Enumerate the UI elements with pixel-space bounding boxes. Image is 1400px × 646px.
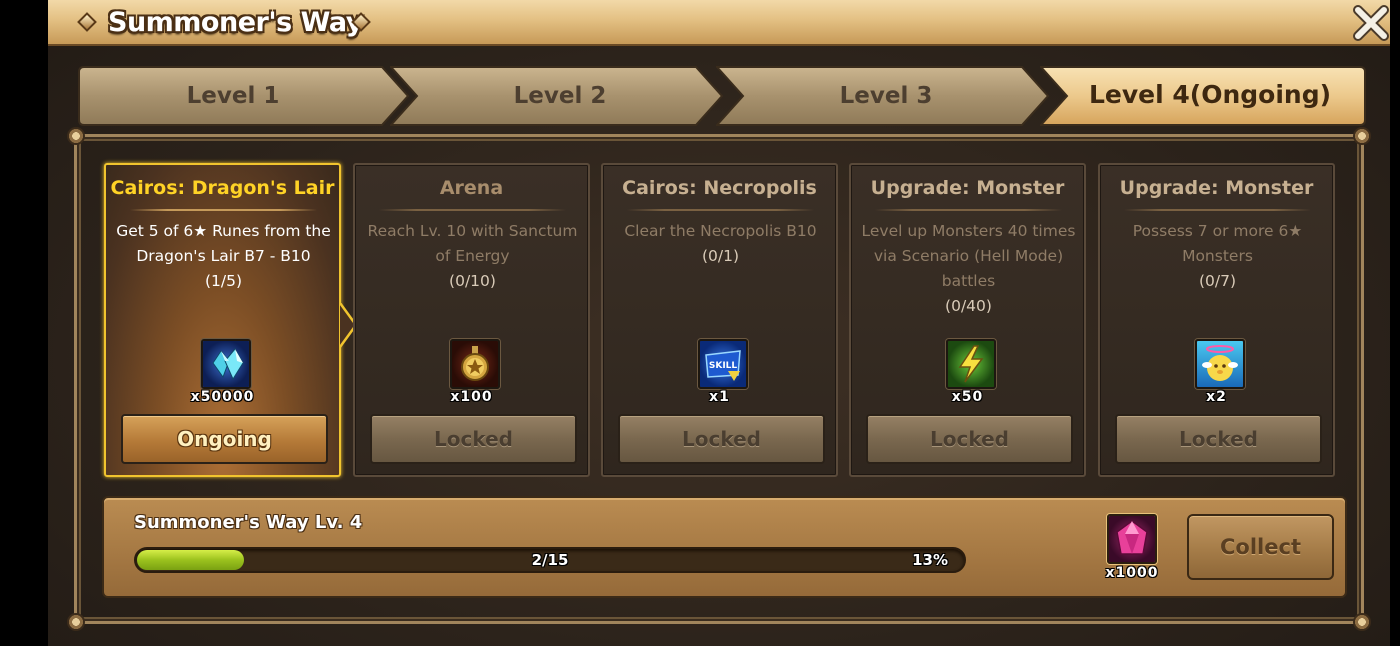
reward-quantity: x50000 xyxy=(190,389,255,405)
tab-label: Level 3 xyxy=(839,83,933,109)
reward-quantity: x2 xyxy=(1206,389,1227,405)
diamond-ornament-icon xyxy=(77,12,97,32)
reward-quantity: x50 xyxy=(951,389,984,405)
mission-description: Clear the Necropolis B10 (0/1) xyxy=(609,219,832,269)
close-button[interactable] xyxy=(1352,4,1390,42)
divider xyxy=(130,209,317,211)
mission-description: Possess 7 or more 6★ Monsters (0/7) xyxy=(1106,219,1329,294)
collect-button[interactable]: Collect xyxy=(1187,514,1334,580)
divider xyxy=(875,209,1062,211)
summoners-way-window: Summoner's Way Level 1 Level 2 Level 3 L… xyxy=(48,0,1390,646)
close-icon xyxy=(1353,5,1389,41)
mission-card-2[interactable]: Arena Reach Lv. 10 with Sanctum of Energ… xyxy=(353,163,590,477)
left-black-bar xyxy=(0,0,48,646)
mission-progress: (1/5) xyxy=(204,272,243,290)
mission-card-3[interactable]: Cairos: Necropolis Clear the Necropolis … xyxy=(601,163,838,477)
mission-card-5[interactable]: Upgrade: Monster Possess 7 or more 6★ Mo… xyxy=(1098,163,1335,477)
corner-ornament-icon xyxy=(1353,613,1371,631)
mission-description: Get 5 of 6★ Runes from the Dragon's Lair… xyxy=(112,219,335,294)
mission-title: Arena xyxy=(439,177,504,199)
angelmon-icon xyxy=(1195,339,1245,389)
corner-ornament-icon xyxy=(67,127,85,145)
pink-crystal-icon xyxy=(1107,514,1157,564)
locked-button[interactable]: Locked xyxy=(370,414,577,464)
mission-description-text: Possess 7 or more 6★ Monsters xyxy=(1132,222,1303,265)
energy-bolt-icon xyxy=(946,339,996,389)
level-progress-bar: 2/15 13% xyxy=(134,547,966,573)
mission-description: Reach Lv. 10 with Sanctum of Energy (0/1… xyxy=(361,219,584,294)
reward-quantity: x1 xyxy=(709,389,730,405)
mission-title: Upgrade: Monster xyxy=(870,177,1065,199)
divider xyxy=(1124,209,1311,211)
mission-title: Cairos: Dragon's Lair xyxy=(110,177,335,199)
right-black-bar xyxy=(1390,0,1400,646)
mission-description-text: Clear the Necropolis B10 xyxy=(624,222,817,240)
mission-progress: (0/10) xyxy=(449,272,496,290)
mission-title: Upgrade: Monster xyxy=(1119,177,1314,199)
crystal-icon xyxy=(201,339,251,389)
locked-button[interactable]: Locked xyxy=(1115,414,1322,464)
locked-button[interactable]: Locked xyxy=(618,414,825,464)
divider xyxy=(379,209,566,211)
title-bar: Summoner's Way xyxy=(48,0,1390,46)
skill-scroll-icon: SKILL xyxy=(698,339,748,389)
divider xyxy=(627,209,814,211)
level-progress-panel: Summoner's Way Lv. 4 2/15 13% x1000 Coll… xyxy=(102,496,1347,598)
mission-description-text: Reach Lv. 10 with Sanctum of Energy xyxy=(367,222,578,265)
svg-text:SKILL: SKILL xyxy=(709,361,738,371)
mission-title: Cairos: Necropolis xyxy=(622,177,817,199)
locked-button[interactable]: Locked xyxy=(866,414,1073,464)
corner-ornament-icon xyxy=(67,613,85,631)
mission-description: Level up Monsters 40 times via Scenario … xyxy=(857,219,1080,319)
mission-description-text: Level up Monsters 40 times via Scenario … xyxy=(861,222,1076,290)
tab-label: Level 2 xyxy=(513,83,607,109)
tab-label: Level 4(Ongoing) xyxy=(1088,80,1332,109)
level-tabs: Level 1 Level 2 Level 3 Level 4(Ongoing) xyxy=(78,66,1366,126)
corner-ornament-icon xyxy=(1353,127,1371,145)
mission-progress: (0/1) xyxy=(701,247,740,265)
mission-card-1[interactable]: Cairos: Dragon's Lair Get 5 of 6★ Runes … xyxy=(104,163,358,477)
window-title: Summoner's Way xyxy=(108,7,363,38)
progress-percent: 13% xyxy=(912,551,948,569)
level-progress-title: Summoner's Way Lv. 4 xyxy=(134,512,363,533)
glory-medal-icon xyxy=(450,339,500,389)
tab-label: Level 1 xyxy=(186,83,280,109)
mission-description-text: Get 5 of 6★ Runes from the Dragon's Lair… xyxy=(116,222,331,265)
mission-card-4[interactable]: Upgrade: Monster Level up Monsters 40 ti… xyxy=(849,163,1086,477)
mission-progress: (0/40) xyxy=(945,297,992,315)
ongoing-button[interactable]: Ongoing xyxy=(121,414,328,464)
progress-count: 2/15 xyxy=(531,551,569,569)
mission-progress: (0/7) xyxy=(1198,272,1237,290)
final-reward-quantity: x1000 xyxy=(1105,565,1159,581)
reward-quantity: x100 xyxy=(450,389,493,405)
